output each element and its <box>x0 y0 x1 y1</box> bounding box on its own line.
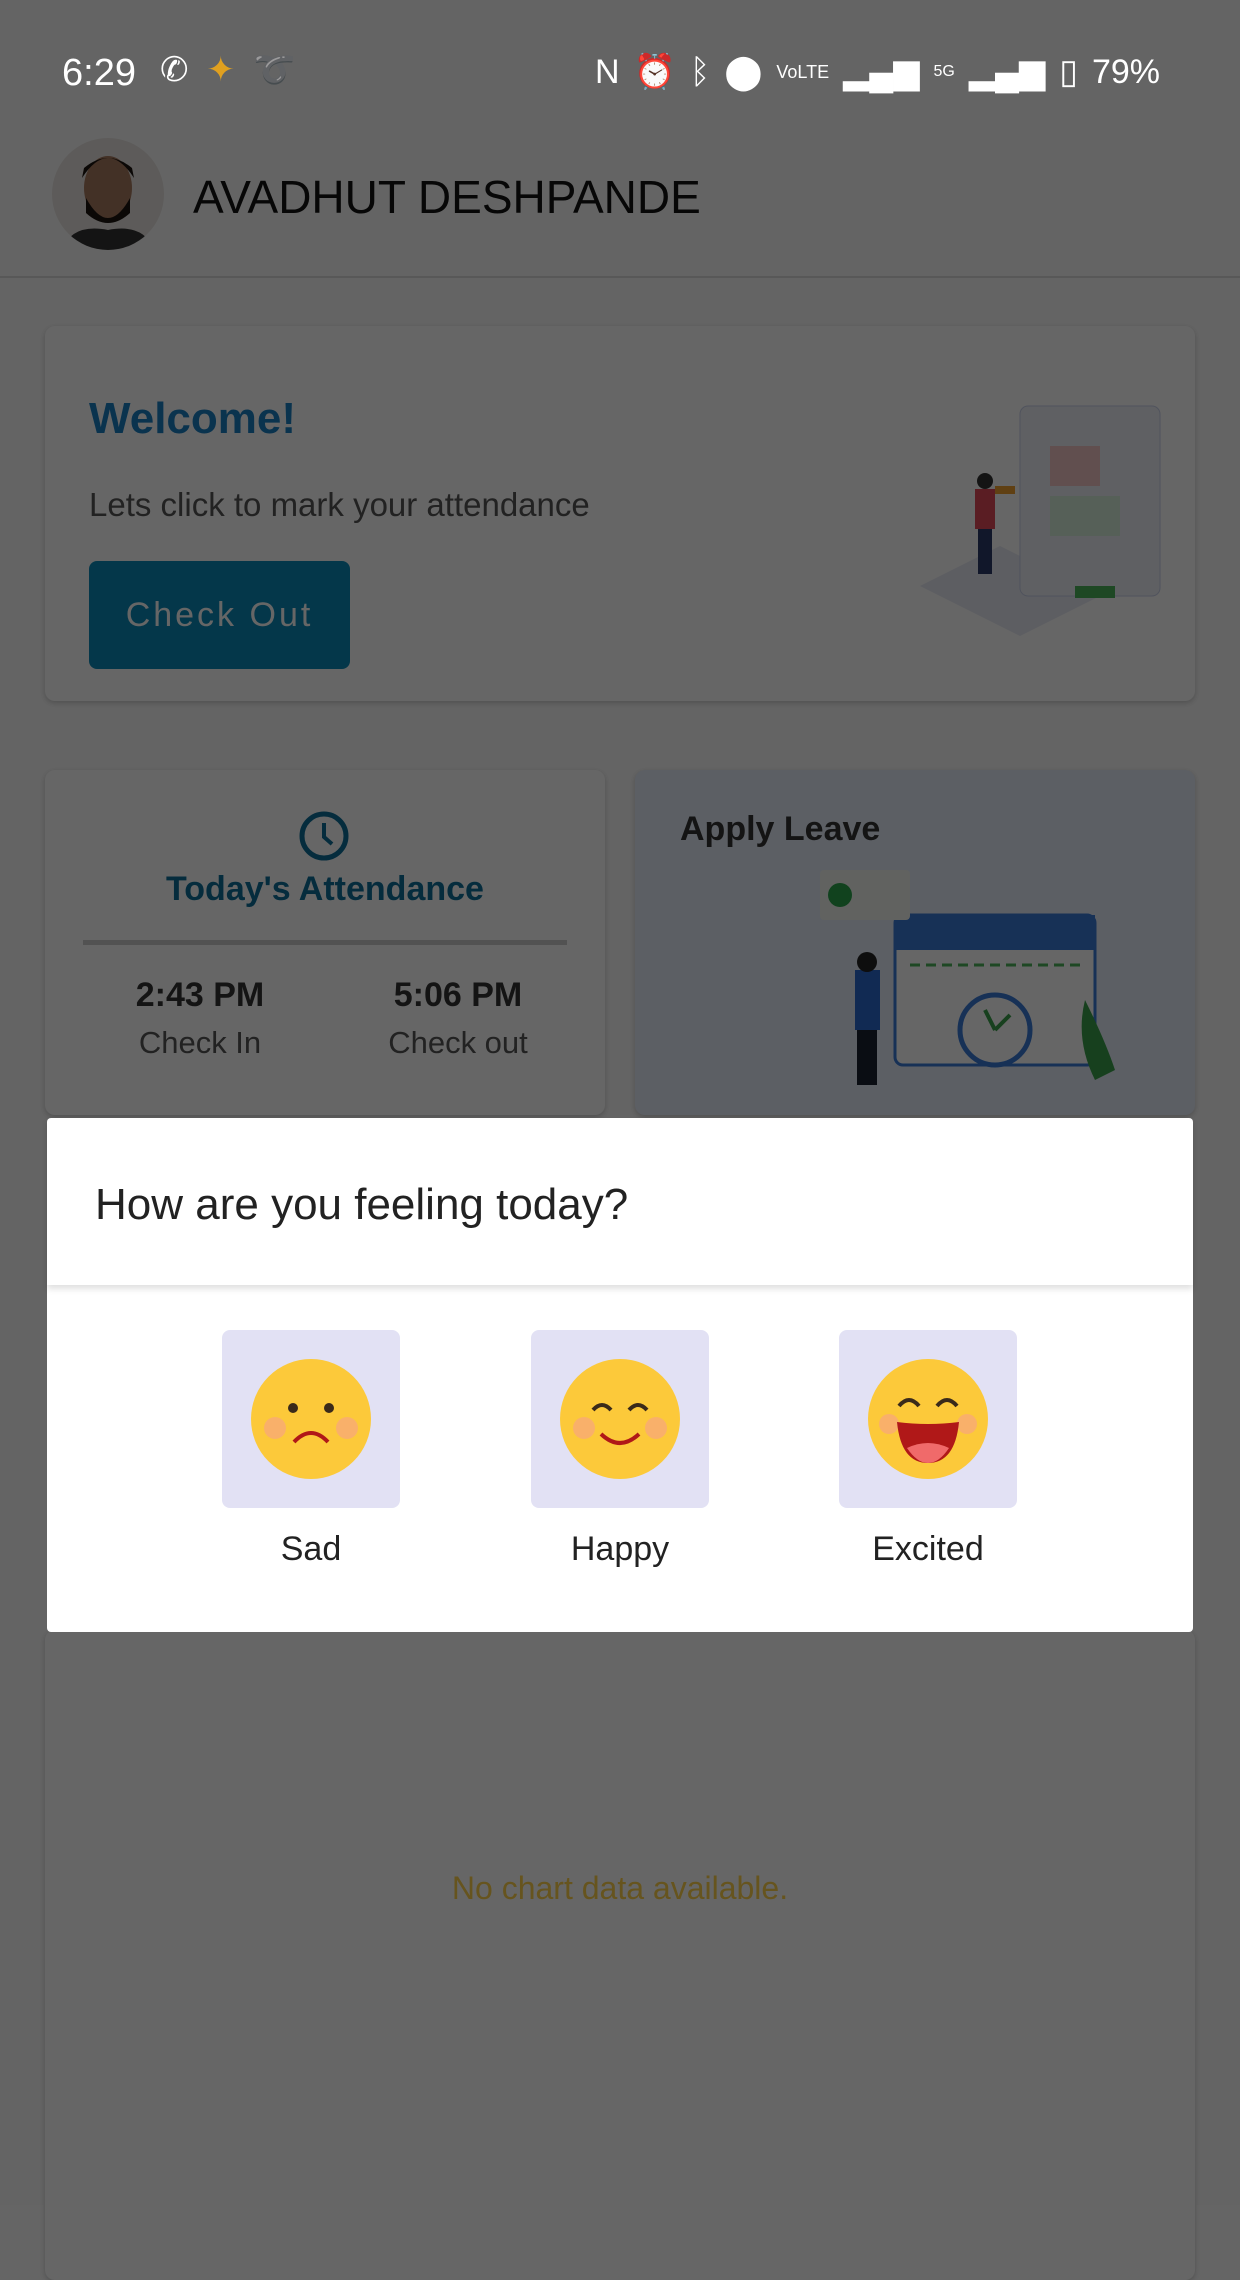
clock-time: 6:29 <box>62 52 136 94</box>
location-icon: ⬤ <box>724 53 763 91</box>
signal-icon: ▂▄▆ <box>968 53 1046 91</box>
signal-icon: ▂▄▆ <box>843 53 920 91</box>
welcome-subtitle: Lets click to mark your attendance <box>89 486 590 523</box>
bluetooth-icon: ᛒ <box>689 52 711 91</box>
apply-leave-card[interactable]: Apply Leave <box>635 770 1195 1115</box>
volte-icon: VoLTE <box>776 61 830 82</box>
attendance-title: Today's Attendance <box>166 870 484 908</box>
battery-level: 79% <box>1091 52 1160 91</box>
happy-face-icon <box>560 1359 680 1479</box>
chart-card: No chart data available. <box>45 1630 1195 2280</box>
divider <box>83 940 567 945</box>
check-out-label: Check out <box>388 1025 528 1060</box>
check-in-time: 2:43 PM <box>135 976 265 1014</box>
signal-5g-icon: 5G <box>933 63 955 80</box>
mood-option-happy[interactable]: Happy <box>531 1330 709 1569</box>
battery-icon: ▯ <box>1059 53 1078 91</box>
sad-face-icon <box>251 1359 371 1479</box>
mood-dialog: How are you feeling today? Sad Happy Exc… <box>47 1118 1193 1632</box>
mood-label: Excited <box>872 1530 984 1568</box>
mood-label: Sad <box>280 1530 342 1568</box>
dialog-title: How are you feeling today? <box>47 1118 1193 1285</box>
dimmed-page-content: AVADHUT DESHPANDE Welcome! Lets click to… <box>0 0 1240 2280</box>
check-out-time: 5:06 PM <box>393 976 523 1014</box>
check-out-button[interactable]: Check Out <box>89 561 350 669</box>
no-chart-data-message: No chart data available. <box>451 1870 789 1906</box>
mood-label: Happy <box>570 1530 670 1568</box>
excited-face-icon <box>868 1359 988 1479</box>
attendance-illustration <box>920 405 1161 636</box>
welcome-title: Welcome! <box>89 394 297 443</box>
airtel-icon: ➰ <box>253 51 296 89</box>
check-in-label: Check In <box>138 1025 262 1060</box>
mood-option-sad[interactable]: Sad <box>222 1330 400 1569</box>
status-bar: 6:29 ✆ ✦ ➰ N ⏰ ᛒ ⬤ VoLTE ▂▄▆ 5G ▂▄▆ ▯ 79% <box>0 0 1240 130</box>
app-notification-icon: ✦ <box>206 51 236 89</box>
welcome-card: Welcome! Lets click to mark your attenda… <box>45 326 1195 701</box>
todays-attendance-card[interactable]: Today's Attendance 2:43 PM Check In 5:06 … <box>45 770 605 1115</box>
app-header: AVADHUT DESHPANDE <box>0 130 1240 278</box>
apply-leave-title: Apply Leave <box>680 810 881 848</box>
avatar[interactable] <box>52 138 164 250</box>
alarm-icon: ⏰ <box>633 53 676 91</box>
calendar-illustration <box>820 870 1115 1085</box>
nfc-icon: N <box>595 52 620 91</box>
user-name: AVADHUT DESHPANDE <box>193 171 701 223</box>
mood-option-excited[interactable]: Excited <box>839 1330 1017 1569</box>
whatsapp-icon: ✆ <box>160 51 189 89</box>
clock-icon <box>299 811 349 861</box>
